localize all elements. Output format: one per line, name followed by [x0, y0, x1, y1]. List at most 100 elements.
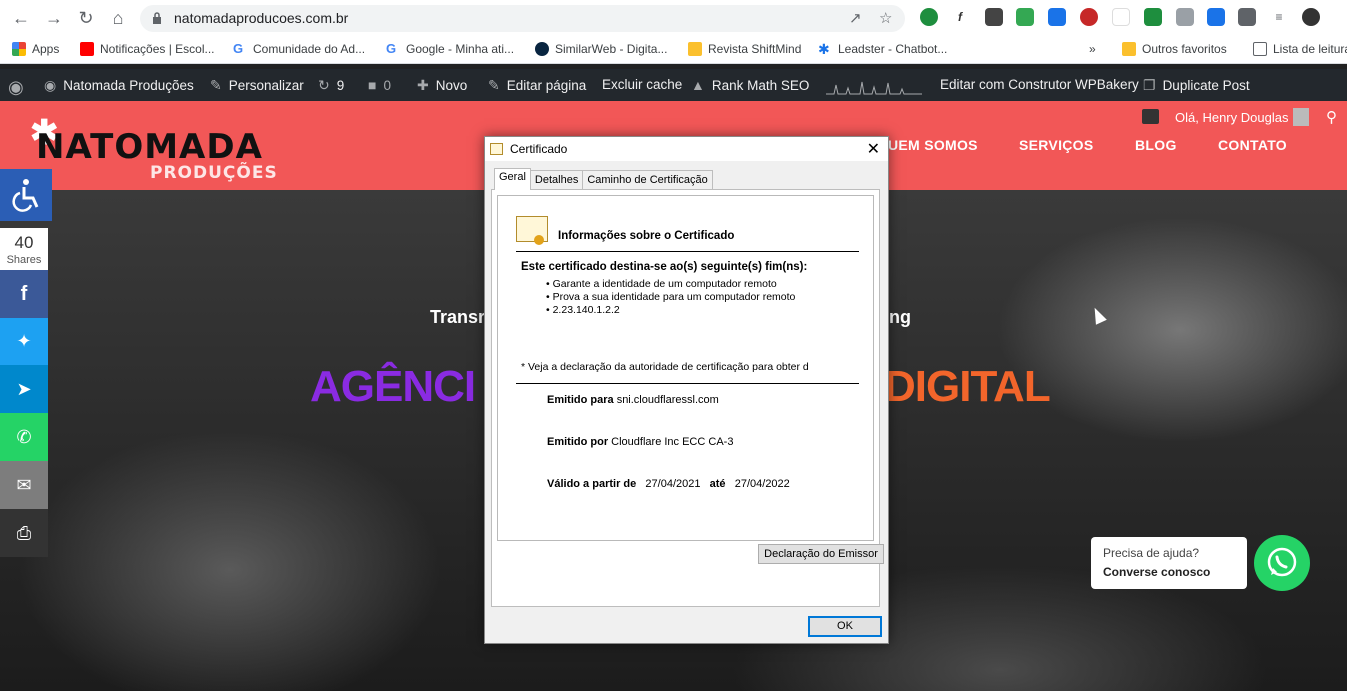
telegram-icon: ➤	[16, 379, 32, 399]
admin-rankmath[interactable]: ▲ Rank Math SEO	[691, 77, 809, 93]
extension-icon[interactable]	[1144, 8, 1162, 26]
bookmark-other-favorites[interactable]: Outros favoritos	[1122, 42, 1227, 56]
chat-icon[interactable]	[1142, 109, 1159, 124]
youtube-icon	[80, 42, 94, 56]
bookmark-item[interactable]: Notificações | Escol...	[80, 42, 215, 56]
admin-site-name[interactable]: ◉ Natomada Produções	[44, 77, 194, 94]
user-greeting[interactable]: Olá, Henry Douglas	[1175, 110, 1288, 125]
google-icon: G	[233, 41, 244, 56]
purpose-heading: Este certificado destina-se ao(s) seguin…	[521, 261, 808, 273]
camera-icon[interactable]	[1176, 8, 1194, 26]
lock-icon[interactable]	[152, 12, 162, 25]
url-text[interactable]: natomadaproducoes.com.br	[174, 10, 348, 26]
wp-admin-bar: ◉ ◉ Natomada Produções ✎ Personalizar ↻ 9 ■…	[0, 69, 1347, 101]
leadster-icon: ✱	[818, 41, 830, 57]
tab-details[interactable]: Detalhes	[529, 170, 584, 190]
extension-icon[interactable]	[1207, 8, 1225, 26]
list-item: • Prova a sua identidade para um computa…	[546, 291, 796, 303]
star-icon[interactable]: ☆	[879, 9, 892, 27]
extension-icon[interactable]	[1112, 8, 1130, 26]
bookmarks-bar: Apps Notificações | Escol... G Comunidade…	[0, 36, 1347, 64]
bookmark-item[interactable]: ✱ Leadster - Chatbot...	[818, 42, 947, 56]
pencil-icon: ✎	[488, 77, 500, 93]
admin-clear-cache[interactable]: Excluir cache	[602, 77, 682, 92]
print-icon: ⎙	[16, 523, 32, 543]
bookmark-item[interactable]: SimilarWeb - Digita...	[535, 42, 667, 56]
list-item: • 2.23.140.1.2.2	[546, 304, 620, 316]
wordpress-icon[interactable]: ◉	[8, 77, 24, 98]
purpose-list: • Garante a identidade de um computador …	[546, 278, 795, 317]
dialog-titlebar[interactable]: Certificado ✕	[485, 137, 888, 161]
profile-avatar[interactable]	[1302, 8, 1320, 26]
close-icon[interactable]: ✕	[867, 139, 880, 159]
avatar[interactable]	[1293, 108, 1309, 126]
reading-list-icon[interactable]: ≡	[1270, 8, 1288, 26]
certificate-icon	[490, 143, 503, 155]
bookmark-item[interactable]: G Comunidade do Ad...	[233, 41, 365, 57]
browser-window: ← → ↻ ⌂ natomadaproducoes.com.br ↗ ☆ f ≡…	[0, 0, 1347, 691]
issuer-statement-button[interactable]: Declaração do Emissor	[758, 544, 884, 564]
dialog-tabs: Geral Detalhes Caminho de Certificação	[494, 168, 713, 190]
tab-panel-general: Informações sobre o Certificado Este cer…	[491, 189, 884, 607]
email-share-button[interactable]: ✉	[0, 461, 48, 509]
ok-button[interactable]: OK	[808, 616, 882, 637]
list-item: • Garante a identidade de um computador …	[546, 278, 777, 290]
twitter-share-button[interactable]: ✦	[0, 318, 48, 365]
site-logo[interactable]: NATOMADA	[36, 127, 263, 167]
home-icon[interactable]: ⌂	[108, 8, 128, 28]
accessibility-button[interactable]	[0, 169, 52, 221]
reload-icon[interactable]: ↻	[76, 8, 96, 28]
ca-statement-note: * Veja a declaração da autoridade de cer…	[521, 361, 809, 373]
puzzle-icon[interactable]	[1238, 8, 1256, 26]
whatsapp-chat-button[interactable]	[1254, 535, 1310, 591]
facebook-share-button[interactable]: f	[0, 270, 48, 318]
print-share-button[interactable]: ⎙	[0, 509, 48, 557]
tab-general[interactable]: Geral	[494, 168, 531, 190]
menu-item-contact[interactable]: CONTATO	[1218, 137, 1287, 153]
address-bar[interactable]: natomadaproducoes.com.br ↗ ☆	[140, 5, 905, 32]
bookmark-apps[interactable]: Apps	[12, 42, 59, 56]
extension-icon[interactable]	[1016, 8, 1034, 26]
bookmark-reading-list[interactable]: Lista de leitura	[1253, 42, 1347, 56]
menu-item-services[interactable]: SERVIÇOS	[1019, 137, 1094, 153]
forward-icon[interactable]: →	[44, 8, 64, 28]
admin-comments[interactable]: ■ 0	[368, 77, 391, 93]
search-icon[interactable]: ⚲	[1326, 108, 1337, 126]
folder-icon	[688, 42, 702, 56]
tab-certification-path[interactable]: Caminho de Certificação	[582, 170, 713, 190]
admin-updates[interactable]: ↻ 9	[318, 77, 344, 94]
google-icon: G	[386, 41, 397, 56]
share-icon[interactable]: ↗	[849, 9, 862, 27]
twitter-icon: ✦	[16, 331, 32, 351]
certificate-icon	[516, 216, 548, 245]
hero-title-left: AGÊNCI	[310, 362, 476, 411]
seo-sparkline-icon	[826, 77, 922, 95]
admin-edit-page[interactable]: ✎ Editar página	[488, 77, 586, 94]
divider	[516, 383, 859, 384]
bookmarks-overflow[interactable]: »	[1089, 42, 1096, 56]
admin-new[interactable]: ✚ Novo	[417, 77, 467, 94]
admin-duplicate[interactable]: ❐ Duplicate Post	[1143, 77, 1250, 94]
apps-grid-icon	[12, 42, 26, 56]
issued-by-field: Emitido por Cloudflare Inc ECC CA-3	[547, 436, 734, 448]
dashboard-icon: ◉	[44, 77, 57, 93]
wheelchair-icon	[12, 179, 39, 212]
picker-extension-icon[interactable]	[985, 8, 1003, 26]
menu-item-about[interactable]: UEM SOMOS	[888, 137, 978, 153]
telegram-share-button[interactable]: ➤	[0, 365, 48, 413]
admin-customize[interactable]: ✎ Personalizar	[210, 77, 304, 94]
divider	[516, 251, 859, 252]
bookmark-item[interactable]: Revista ShiftMind	[688, 42, 801, 56]
duplicate-icon: ❐	[1143, 77, 1156, 93]
back-icon[interactable]: ←	[11, 8, 31, 28]
extension-icon[interactable]	[1048, 8, 1066, 26]
certificate-info-box: Informações sobre o Certificado Este cer…	[497, 195, 874, 541]
extension-icon[interactable]	[1080, 8, 1098, 26]
menu-item-blog[interactable]: BLOG	[1135, 137, 1177, 153]
whatsapp-share-button[interactable]: ✆	[0, 413, 48, 461]
whatsapp-chat-bubble[interactable]: Precisa de ajuda? Converse conosco	[1091, 537, 1247, 589]
extension-icon[interactable]	[920, 8, 938, 26]
fx-extension-icon[interactable]: f	[951, 8, 969, 26]
bookmark-item[interactable]: G Google - Minha ati...	[386, 41, 514, 57]
admin-wpbakery[interactable]: Editar com Construtor WPBakery	[940, 77, 1139, 92]
